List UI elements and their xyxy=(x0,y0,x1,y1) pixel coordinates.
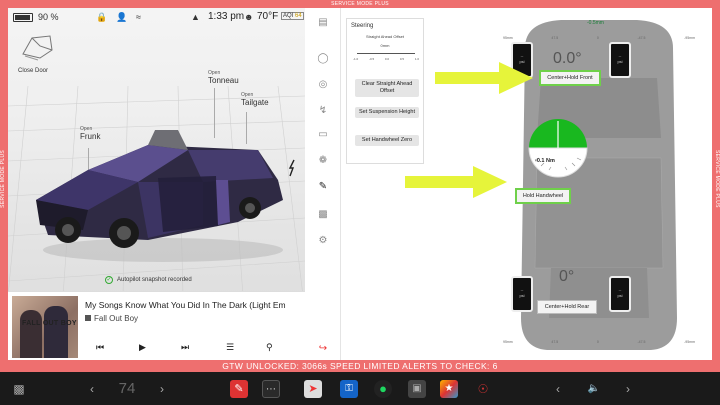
more-apps-icon[interactable]: ⋯ xyxy=(262,380,280,398)
offset-scale-labels: -1.0 -0.5 0.0 0.5 1.0 xyxy=(353,57,419,61)
taskbar: ▩ ‹ 74 › ✎ ⋯ ➤ ⚿ ● ▣ ★ ☉ ‹ 🔈 › xyxy=(0,372,720,405)
album-figure xyxy=(44,306,68,358)
gallery-icon[interactable]: ▣ xyxy=(408,380,426,398)
front-angle: 0.0° xyxy=(553,50,582,67)
song-title: My Songs Know What You Did In The Dark (… xyxy=(85,300,286,310)
vehicle-panel: 90 % 🔒 👤 ≈ ▲ 1:33 pm ☻ 70°F AQI 64 Close… xyxy=(8,8,305,360)
next-track-icon[interactable]: ⏭ xyxy=(181,342,189,353)
user-icon[interactable]: ☻ xyxy=(244,12,253,22)
service-mode-banner: SERVICE MODE PLUS xyxy=(331,1,389,7)
album-text: FALL OUT BOY xyxy=(22,320,77,327)
close-door-button[interactable]: Close Door xyxy=(18,68,48,74)
handwheel-torque: -0.1 Nm xyxy=(535,158,555,164)
navigation-icon[interactable]: ➤ xyxy=(304,380,322,398)
exit-icon[interactable]: ↪ xyxy=(316,342,330,356)
seat-icon[interactable]: ▩ xyxy=(316,208,330,222)
center-hold-rear-button[interactable]: Center+Hold Rear xyxy=(537,300,597,314)
center-hold-front-button[interactable]: Center+Hold Front xyxy=(539,70,601,86)
battery-icon xyxy=(13,13,33,22)
toybox-icon[interactable]: ★ xyxy=(440,380,458,398)
offset-value: 0mm xyxy=(380,43,390,48)
equalizer-icon[interactable]: ☰ xyxy=(226,342,234,353)
source-icon xyxy=(85,315,91,321)
service-mode-side-right: SERVICE MODE PLUS xyxy=(714,150,720,208)
clear-offset-button[interactable]: Clear Straight Ahead Offset xyxy=(355,79,419,97)
tire-front-right[interactable]: -- psi xyxy=(609,42,631,78)
profile-icon[interactable]: 👤 xyxy=(116,12,127,23)
tire-rear-left[interactable]: -- psi xyxy=(511,276,533,312)
autopilot-notification: ✓ Autopilot snapshot recorded xyxy=(105,276,192,284)
volume-up-chevron[interactable]: › xyxy=(622,380,634,398)
set-suspension-button[interactable]: Set Suspension Height xyxy=(355,107,419,118)
media-player: FALL OUT BOY My Songs Know What You Did … xyxy=(8,291,305,360)
screen: SERVICE MODE PLUS SERVICE MODE PLUS SERV… xyxy=(0,0,720,405)
rear-angle: 0° xyxy=(559,268,575,285)
spotify-icon[interactable]: ● xyxy=(374,380,392,398)
car-icon[interactable]: ▤ xyxy=(316,16,330,30)
frunk-sketch-icon[interactable] xyxy=(20,32,54,62)
steering-wheel-icon[interactable]: ◯ xyxy=(316,52,330,66)
artist-name: Fall Out Boy xyxy=(85,314,138,323)
wrench-icon[interactable]: ✎ xyxy=(316,180,330,194)
fan-icon[interactable]: ❁ xyxy=(316,154,330,168)
offset-scale xyxy=(357,50,415,54)
outside-temperature: 70°F xyxy=(257,11,279,22)
service-sidebar: ▤ ◯ ◎ ↯ ▭ ❁ ✎ ▩ ⚙ ↪ xyxy=(305,8,341,360)
tire-rear-right[interactable]: -- psi xyxy=(609,276,631,312)
set-handwheel-zero-button[interactable]: Set Handwheel Zero xyxy=(355,135,419,146)
wheel-icon[interactable]: ◎ xyxy=(316,78,330,92)
bluetooth-icon: ▲ xyxy=(191,12,200,22)
steering-title: Steering xyxy=(351,23,374,29)
handwheel-gauge xyxy=(528,119,588,178)
service-mode-side-left: SERVICE MODE PLUS xyxy=(0,150,6,208)
steering-card: Steering Straight Ahead Offset 0mm -1.0-… xyxy=(346,18,424,164)
yellow-arrow-front xyxy=(435,62,533,94)
volume-muted-icon[interactable]: 🔈 xyxy=(586,380,602,398)
bluetooth-icon[interactable]: ⚿ xyxy=(340,380,358,398)
rear-ticks: 95mm 47.5 0 -47.5 -95mm xyxy=(503,340,695,344)
alerts-banner: GTW UNLOCKED: 3066s SPEED LIMITED ALERTS… xyxy=(222,361,498,371)
album-art[interactable]: FALL OUT BOY xyxy=(12,296,78,358)
hold-handwheel-button[interactable]: Hold Handwheel xyxy=(515,188,571,204)
cybertruck-image xyxy=(36,130,295,262)
battery-percent: 90 % xyxy=(38,12,59,22)
service-panel: ▤ ◯ ◎ ↯ ▭ ❁ ✎ ▩ ⚙ ↪ Steering Straight Ah… xyxy=(305,8,712,360)
tonneau-label[interactable]: Open Tonneau xyxy=(208,70,239,86)
offset-label: Straight Ahead Offset xyxy=(366,34,404,39)
album-figure xyxy=(20,310,42,358)
wifi-icon: ≈ xyxy=(136,12,141,22)
search-icon[interactable]: ⚲ xyxy=(266,342,273,353)
yellow-arrow-handwheel xyxy=(405,166,507,198)
lightning-icon[interactable]: ↯ xyxy=(316,104,330,118)
cabin-temperature[interactable]: 74 xyxy=(112,380,142,398)
car-icon[interactable]: ▩ xyxy=(10,380,28,398)
aqi-badge[interactable]: AQI 64 xyxy=(281,12,304,20)
temp-decrease-chevron[interactable]: ‹ xyxy=(86,380,98,398)
volume-down-chevron[interactable]: ‹ xyxy=(552,380,564,398)
front-ticks: 95mm 47.5 0 -47.5 -95mm xyxy=(503,36,695,40)
top-offset-label: -0.5mm xyxy=(587,20,604,26)
toolbox-icon[interactable]: ✎ xyxy=(230,380,248,398)
clock: 1:33 pm xyxy=(208,11,245,22)
status-bar: 90 % 🔒 👤 ≈ ▲ 1:33 pm ☻ 70°F AQI 64 xyxy=(8,8,305,28)
lock-icon[interactable]: 🔒 xyxy=(96,12,107,23)
battery-service-icon[interactable]: ▭ xyxy=(316,128,330,142)
gear-icon[interactable]: ⚙ xyxy=(316,234,330,248)
temp-increase-chevron[interactable]: › xyxy=(156,380,168,398)
previous-track-icon[interactable]: ⏮ xyxy=(96,342,104,353)
tailgate-label[interactable]: Open Tailgate xyxy=(241,92,269,108)
play-icon[interactable]: ▶ xyxy=(139,342,146,353)
check-circle-icon: ✓ xyxy=(105,276,113,284)
joystick-icon[interactable]: ☉ xyxy=(474,380,492,398)
